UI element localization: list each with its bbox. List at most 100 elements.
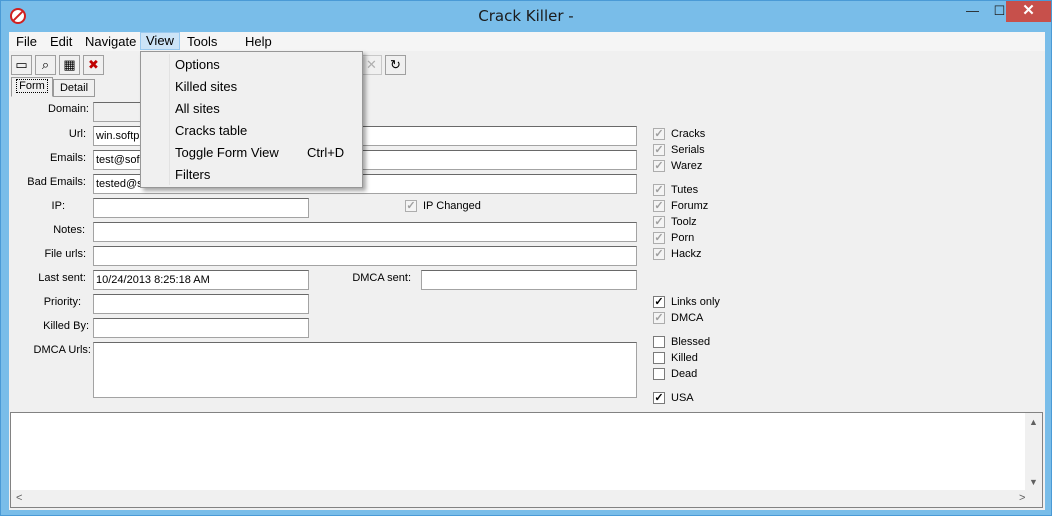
domain-field[interactable] (93, 102, 141, 122)
killed-by-label: Killed By: (43, 320, 89, 332)
ip-field[interactable] (93, 198, 309, 218)
cracks-label: Cracks (671, 128, 706, 140)
links-only-label: Links only (671, 296, 720, 308)
scroll-down-icon[interactable]: ▼ (1029, 477, 1038, 487)
refresh-icon[interactable]: ↻ (385, 55, 406, 75)
hackz-box: ✓ (653, 248, 665, 260)
hackz-checkbox[interactable]: ✓ Hackz (653, 247, 702, 261)
menu-item-toggle-form-view[interactable]: Toggle Form View Ctrl+D (141, 142, 362, 164)
find-icon[interactable]: ⌕ (35, 55, 56, 75)
menu-item-options[interactable]: Options (141, 54, 362, 76)
horizontal-scrollbar[interactable]: < > (11, 490, 1042, 507)
usa-checkbox[interactable]: ✓ USA (653, 391, 694, 405)
menu-tools[interactable]: Tools (182, 33, 222, 51)
dead-label: Dead (671, 368, 698, 380)
porn-checkbox[interactable]: ✓ Porn (653, 231, 694, 245)
minimize-button[interactable]: — (959, 1, 986, 22)
tutes-checkbox[interactable]: ✓ Tutes (653, 183, 698, 197)
dmca-sent-label: DMCA sent: (352, 272, 411, 284)
menu-help[interactable]: Help (240, 33, 277, 51)
forumz-label: Forumz (671, 200, 709, 212)
ip-label: IP: (51, 200, 65, 212)
toolz-label: Toolz (671, 216, 697, 228)
menu-item-all-sites[interactable]: All sites (141, 98, 362, 120)
blessed-box (653, 336, 665, 348)
killed-by-field[interactable] (93, 318, 309, 338)
dead-checkbox[interactable]: Dead (653, 367, 697, 381)
usa-box: ✓ (653, 392, 665, 404)
stop-icon[interactable]: ✕ (361, 55, 382, 75)
dmca-box: ✓ (653, 312, 665, 324)
dead-box (653, 368, 665, 380)
cracks-checkbox[interactable]: ✓ Cracks (653, 127, 705, 141)
window-title: Crack Killer - (478, 7, 574, 25)
links-only-box: ✓ (653, 296, 665, 308)
menu-item-killed-sites-label: Killed sites (175, 79, 238, 94)
domain-label: Domain: (48, 103, 89, 115)
priority-label: Priority: (43, 296, 81, 308)
dmca-label: DMCA (671, 312, 704, 324)
tab-detail[interactable]: Detail (53, 79, 95, 97)
notes-label: Notes: (53, 224, 85, 236)
emails-label: Emails: (49, 152, 86, 164)
menu-item-filters-label: Filters (175, 167, 211, 182)
serials-label: Serials (671, 144, 705, 156)
log-memo[interactable]: ▲ ▼ < > (10, 412, 1043, 508)
links-only-checkbox[interactable]: ✓ Links only (653, 295, 720, 309)
last-sent-field[interactable]: 10/24/2013 8:25:18 AM (93, 270, 309, 290)
killed-label: Killed (671, 352, 698, 364)
dmca-sent-field[interactable] (421, 270, 637, 290)
toolz-checkbox[interactable]: ✓ Toolz (653, 215, 697, 229)
file-urls-label: File urls: (44, 248, 86, 260)
hackz-label: Hackz (671, 248, 702, 260)
killed-checkbox[interactable]: Killed (653, 351, 698, 365)
scroll-left-icon[interactable]: < (16, 492, 22, 504)
menu-item-filters[interactable]: Filters (141, 164, 362, 186)
porn-box: ✓ (653, 232, 665, 244)
last-sent-label: Last sent: (38, 272, 86, 284)
bad-emails-label: Bad Emails: (27, 176, 86, 188)
priority-field[interactable] (93, 294, 309, 314)
kill-icon[interactable]: ✖ (83, 55, 104, 75)
tab-form[interactable]: Form (11, 77, 53, 97)
warez-checkbox[interactable]: ✓ Warez (653, 159, 702, 173)
forumz-checkbox[interactable]: ✓ Forumz (653, 199, 708, 213)
ip-changed-checkbox[interactable]: ✓ IP Changed (405, 199, 481, 213)
scroll-up-icon[interactable]: ▲ (1029, 417, 1038, 427)
file-urls-field[interactable] (93, 246, 637, 266)
close-button[interactable]: ✕ (1006, 1, 1051, 22)
warez-label: Warez (671, 160, 703, 172)
menu-item-all-sites-label: All sites (175, 101, 220, 116)
blessed-checkbox[interactable]: Blessed (653, 335, 710, 349)
forumz-box: ✓ (653, 200, 665, 212)
scroll-right-icon[interactable]: > (1019, 492, 1025, 504)
warez-box: ✓ (653, 160, 665, 172)
menu-item-toggle-form-view-shortcut: Ctrl+D (307, 145, 345, 160)
title-bar[interactable]: Crack Killer - — ☐ ✕ (1, 1, 1051, 31)
dmca-urls-field[interactable] (93, 342, 637, 398)
menu-item-toggle-form-view-label: Toggle Form View (175, 145, 279, 160)
serials-checkbox[interactable]: ✓ Serials (653, 143, 705, 157)
menu-bar: File Edit Navigate View Tools Help (9, 32, 1045, 51)
tutes-label: Tutes (671, 184, 699, 196)
new-site-icon[interactable]: ▭ (11, 55, 32, 75)
menu-item-options-label: Options (175, 57, 220, 72)
serials-box: ✓ (653, 144, 665, 156)
porn-label: Porn (671, 232, 695, 244)
table-icon[interactable]: ▦ (59, 55, 80, 75)
tutes-box: ✓ (653, 184, 665, 196)
view-menu-dropdown: Options Killed sites All sites Cracks ta… (140, 51, 363, 188)
menu-navigate[interactable]: Navigate (80, 33, 141, 51)
usa-label: USA (671, 392, 694, 404)
notes-field[interactable] (93, 222, 637, 242)
dmca-checkbox[interactable]: ✓ DMCA (653, 311, 703, 325)
menu-item-cracks-table[interactable]: Cracks table (141, 120, 362, 142)
menu-item-killed-sites[interactable]: Killed sites (141, 76, 362, 98)
menu-item-cracks-table-label: Cracks table (175, 123, 248, 138)
url-label: Url: (68, 128, 86, 140)
vertical-scrollbar[interactable]: ▲ ▼ (1025, 413, 1042, 493)
menu-edit[interactable]: Edit (45, 33, 77, 51)
menu-view[interactable]: View (140, 32, 180, 50)
menu-file[interactable]: File (11, 33, 42, 51)
app-window: Crack Killer - — ☐ ✕ File Edit Navigate … (0, 0, 1052, 516)
